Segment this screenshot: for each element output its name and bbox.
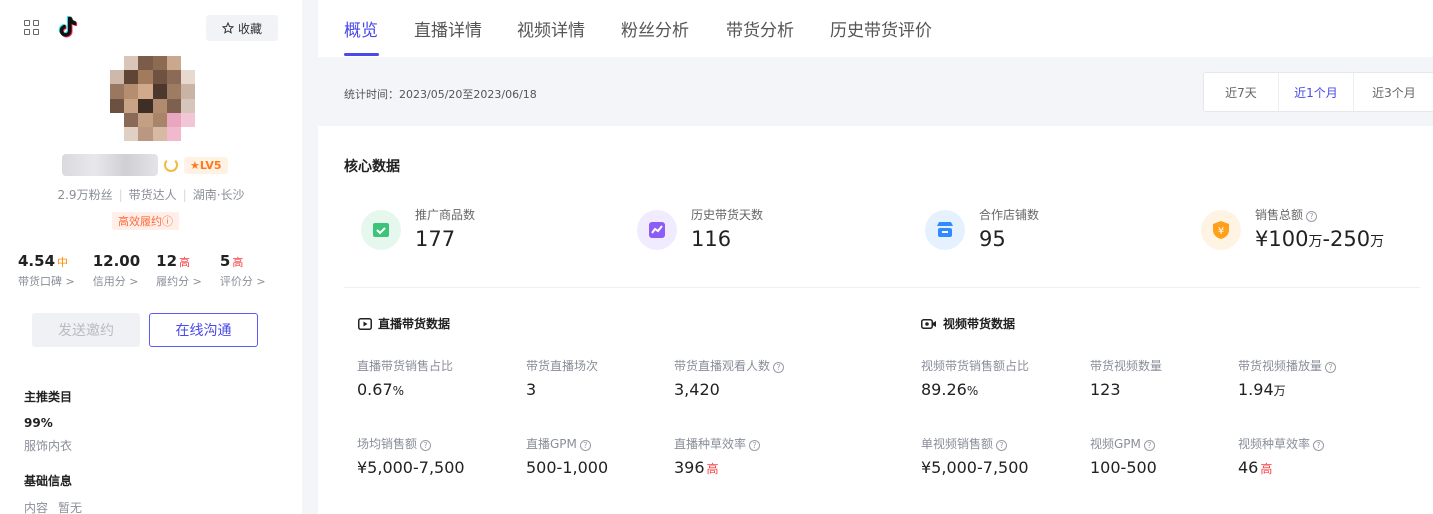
tab-fans-analysis[interactable]: 粉丝分析: [621, 16, 689, 41]
help-icon[interactable]: ?: [1143, 440, 1155, 451]
tiktok-logo-icon: [58, 16, 78, 38]
level-badge: ★LV5: [184, 156, 228, 174]
creator-meta: 2.9万粉丝 | 带货达人 | 湖南·长沙: [57, 188, 245, 202]
favorite-button[interactable]: 收藏: [206, 15, 278, 41]
help-icon[interactable]: ?: [773, 362, 785, 373]
video-section-title: 视频带货数据: [921, 315, 1015, 332]
help-icon[interactable]: ?: [420, 440, 432, 451]
main-category-percent: 99%: [24, 416, 53, 430]
range-1-month[interactable]: 近1个月: [1279, 73, 1354, 111]
help-icon[interactable]: ?: [1313, 440, 1325, 451]
score-credit[interactable]: 12.00 信用分 >: [93, 252, 140, 289]
star-outline-icon: [221, 22, 234, 34]
creator-location: 湖南·长沙: [192, 188, 245, 202]
creator-role: 带货达人: [128, 188, 177, 202]
avatar[interactable]: [110, 56, 195, 141]
product-icon: [361, 210, 401, 250]
score-reputation[interactable]: 4.54 中 带货口碑 >: [18, 252, 75, 289]
creator-sidebar: 收藏 ★LV5 2.9万粉丝 | 带货达人 | 湖南·长沙 高效履约ⓘ 4.54 中 带货…: [0, 0, 302, 514]
play-icon: [358, 317, 372, 330]
sparkle-icon: [164, 158, 178, 172]
svg-text:¥: ¥: [1218, 226, 1224, 237]
online-chat-button[interactable]: 在线沟通: [149, 313, 258, 347]
score-list: 4.54 中 带货口碑 > 12.00 信用分 > 12 高 履约分 > 5高 评价…: [18, 252, 284, 289]
metric-video-plays: 带货视频播放量? 1.94万: [1238, 357, 1337, 399]
chart-icon: [637, 210, 677, 250]
stats-time-range: 统计时间：2023/05/20至2023/06/18: [344, 88, 537, 101]
metric-video-single-sales: 单视频销售额? ¥5,000-7,500: [921, 437, 1029, 477]
core-shop-count: 合作店铺数 95: [925, 206, 1039, 251]
main-category-title: 主推类目: [24, 390, 73, 404]
range-selector: 近7天 近1个月 近3个月: [1203, 72, 1433, 112]
active-tab-indicator: [344, 53, 379, 56]
range-7-days[interactable]: 近7天: [1204, 73, 1279, 111]
metric-live-sessions: 带货直播场次 3: [526, 359, 599, 399]
metric-live-sales-ratio: 直播带货销售占比 0.67%: [357, 359, 454, 399]
metric-live-avg-sales: 场均销售额? ¥5,000-7,500: [357, 437, 465, 477]
metric-video-sales-ratio: 视频带货销售额占比 89.26%: [921, 359, 1030, 399]
score-review[interactable]: 5高 评价分 >: [220, 252, 266, 289]
tab-sales-analysis[interactable]: 带货分析: [726, 16, 794, 41]
metric-video-gpm: 视频GPM? 100-500: [1090, 437, 1157, 477]
live-section-title: 直播带货数据: [358, 315, 450, 332]
basic-info-title: 基础信息: [24, 474, 73, 488]
metric-live-seeding-efficiency: 直播种草效率? 396 高: [674, 435, 761, 477]
metric-video-count: 带货视频数量 123: [1090, 359, 1163, 399]
core-total-sales: ¥ 销售总额? ¥100万-250万: [1201, 206, 1384, 251]
tab-history-reviews[interactable]: 历史带货评价: [830, 16, 932, 41]
send-invite-button[interactable]: 发送邀约: [32, 313, 140, 347]
creator-name-row: ★LV5: [62, 154, 228, 176]
main-category-name: 服饰内衣: [24, 439, 73, 453]
tab-overview[interactable]: 概览: [344, 16, 378, 41]
creator-name-redacted: [62, 154, 158, 176]
tab-video-details[interactable]: 视频详情: [517, 16, 585, 41]
video-camera-icon: [921, 318, 936, 329]
help-icon[interactable]: ?: [1306, 211, 1318, 222]
score-fulfillment[interactable]: 12 高 履约分 >: [156, 252, 202, 289]
core-history-days: 历史带货天数 116: [637, 206, 763, 251]
grid-menu-icon[interactable]: [24, 20, 39, 35]
section-divider: [344, 287, 1420, 288]
metric-live-gpm: 直播GPM? 500-1,000: [526, 437, 609, 477]
shop-icon: [925, 210, 965, 250]
metric-live-viewers: 带货直播观看人数? 3,420: [674, 357, 785, 399]
help-icon[interactable]: ?: [749, 440, 761, 451]
core-data-title: 核心数据: [344, 159, 400, 175]
help-icon[interactable]: ?: [996, 440, 1008, 451]
metric-video-seeding-efficiency: 视频种草效率? 46 高: [1238, 435, 1325, 477]
basic-info-row: 内容 暂无: [24, 501, 83, 514]
shield-money-icon: ¥: [1201, 210, 1241, 250]
core-product-count: 推广商品数 177: [361, 206, 475, 251]
help-icon[interactable]: ?: [579, 440, 591, 451]
performance-tag: 高效履约ⓘ: [112, 212, 179, 230]
tab-live-details[interactable]: 直播详情: [414, 16, 482, 41]
fans-count: 2.9万粉丝: [57, 188, 113, 202]
favorite-label: 收藏: [237, 21, 262, 36]
range-3-months[interactable]: 近3个月: [1354, 73, 1433, 111]
help-icon[interactable]: ?: [1325, 362, 1337, 373]
